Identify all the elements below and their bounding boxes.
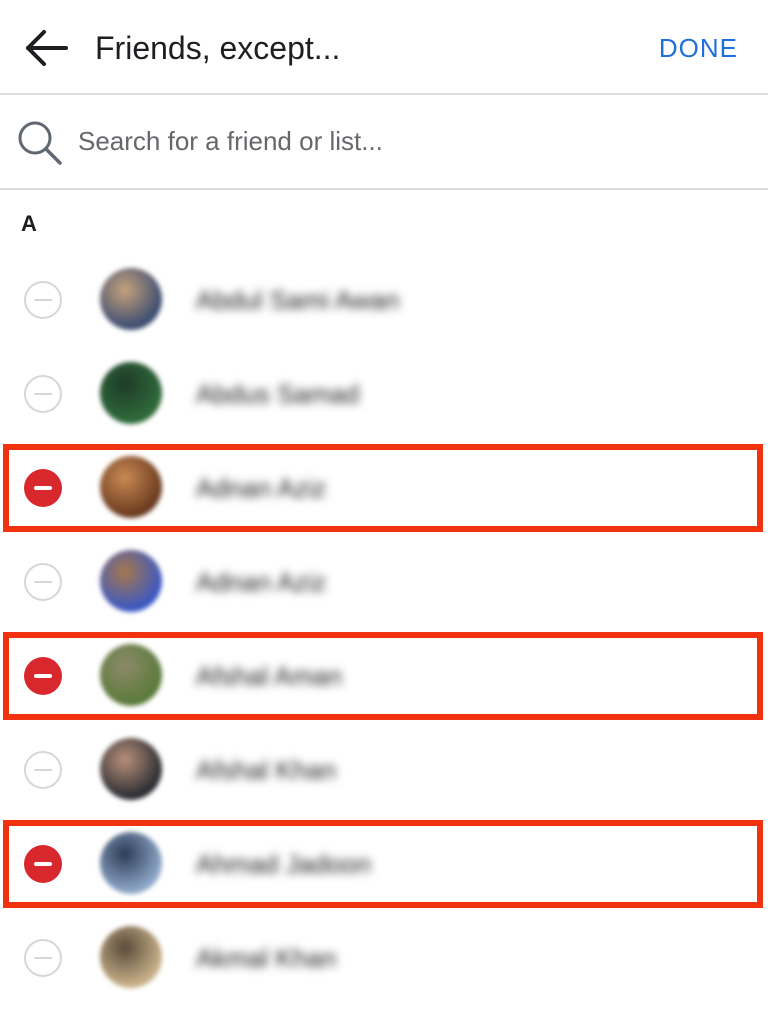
friend-row[interactable]: Afshal Aman [0, 629, 768, 723]
top-bar: Friends, except... DONE [0, 0, 768, 95]
arrow-left-icon [26, 30, 68, 66]
friend-row[interactable]: Adnan Aziz [0, 535, 768, 629]
avatar [100, 550, 162, 612]
exclude-toggle[interactable] [24, 845, 62, 883]
friend-row[interactable]: Abdus Samad [0, 347, 768, 441]
friend-name: Afshal Khan [196, 755, 337, 785]
friend-row[interactable]: Abdul Sami Awan [0, 253, 768, 347]
friend-name: Abdus Samad [196, 379, 360, 409]
friend-row[interactable]: Akmal Khan [0, 911, 768, 1005]
search-input[interactable] [78, 119, 728, 163]
avatar [100, 456, 162, 518]
friend-row[interactable]: Afshal Khan [0, 723, 768, 817]
exclude-toggle[interactable] [24, 563, 62, 601]
search-bar [0, 95, 768, 190]
friend-row[interactable]: Adnan Aziz [0, 441, 768, 535]
section-header: A [21, 211, 37, 236]
back-button[interactable] [22, 24, 70, 72]
search-icon [18, 121, 62, 165]
exclude-toggle[interactable] [24, 375, 62, 413]
avatar [100, 644, 162, 706]
exclude-toggle[interactable] [24, 751, 62, 789]
avatar [100, 832, 162, 894]
friend-name: Akmal Khan [196, 943, 337, 973]
avatar [100, 268, 162, 330]
exclude-toggle[interactable] [24, 281, 62, 319]
avatar [100, 362, 162, 424]
friend-name: Adnan Aziz [196, 473, 327, 503]
friend-name: Adnan Aziz [196, 567, 327, 597]
friend-name: Abdul Sami Awan [196, 285, 400, 315]
avatar [100, 926, 162, 988]
friend-row[interactable]: Ahmad Jadoon [0, 817, 768, 911]
exclude-toggle[interactable] [24, 939, 62, 977]
avatar [100, 738, 162, 800]
friend-name: Afshal Aman [196, 661, 342, 691]
friend-list: Abdul Sami Awan Abdus Samad Adnan Aziz A… [0, 253, 768, 1005]
done-button[interactable]: DONE [659, 30, 738, 66]
exclude-toggle[interactable] [24, 469, 62, 507]
exclude-toggle[interactable] [24, 657, 62, 695]
page-title: Friends, except... [95, 30, 341, 66]
friend-name: Ahmad Jadoon [196, 849, 371, 879]
